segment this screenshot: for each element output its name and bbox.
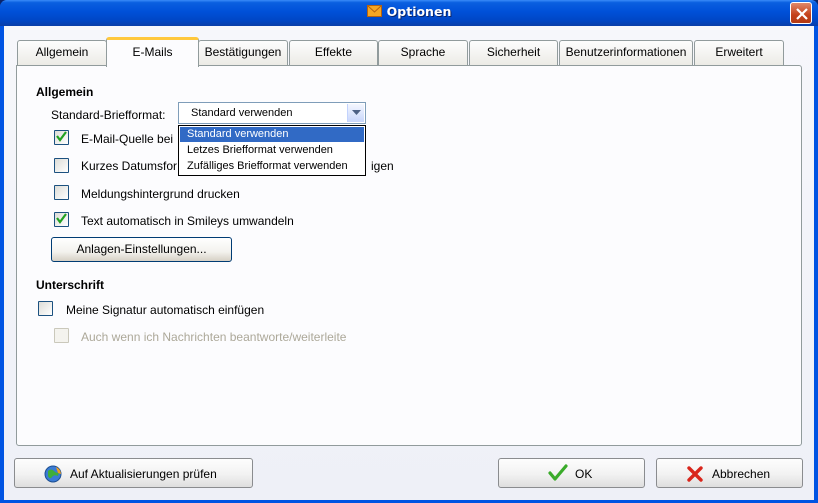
signature-on-reply-label: Auch wenn ich Nachrichten beantworte/wei… [81, 330, 347, 344]
checkmark-icon [548, 464, 568, 485]
checkbox-smileys[interactable] [54, 212, 69, 227]
tab-e-mails[interactable]: E-Mails [106, 37, 199, 67]
check-updates-button[interactable]: Auf Aktualisierungen prüfen [14, 458, 253, 488]
format-select[interactable]: Standard verwenden [178, 102, 366, 124]
envelope-icon [366, 5, 382, 17]
tab-sicherheit[interactable]: Sicherheit [469, 40, 558, 65]
close-icon [796, 8, 808, 20]
format-option-standard[interactable]: Standard verwenden [180, 127, 364, 142]
checkbox-email-source[interactable] [54, 130, 69, 145]
checkbox-print-background[interactable] [54, 185, 69, 200]
tab-allgemein[interactable]: Allgemein [17, 40, 107, 65]
attachments-settings-button[interactable]: Anlagen-Einstellungen... [51, 237, 232, 262]
checkbox-signature-on-reply [54, 328, 69, 343]
window-title-wrap: Optionen [0, 4, 818, 19]
chevron-down-icon [352, 110, 361, 115]
section-heading-general: Allgemein [36, 85, 94, 99]
short-date-label-tail: igen [371, 159, 394, 173]
options-window: Optionen Allgemein E-Mails Bestätigungen… [0, 0, 818, 503]
checkmark-icon [56, 131, 67, 142]
auto-signature-label: Meine Signatur automatisch einfügen [66, 303, 265, 317]
smileys-label: Text automatisch in Smileys umwandeln [81, 214, 294, 228]
checkbox-auto-signature[interactable] [38, 301, 53, 316]
checkbox-short-date[interactable] [54, 158, 69, 173]
dialog-body: Allgemein E-Mails Bestätigungen Effekte … [4, 26, 814, 500]
x-icon [687, 466, 703, 485]
ok-button[interactable]: OK [498, 458, 645, 488]
tab-effekte[interactable]: Effekte [289, 40, 378, 65]
format-option-random[interactable]: Zufälliges Briefformat verwenden [180, 159, 364, 174]
short-date-label: Kurzes Datumsfor [81, 159, 178, 173]
email-source-label: E-Mail-Quelle bei [81, 132, 174, 146]
window-title: Optionen [386, 4, 452, 19]
section-heading-signature: Unterschrift [36, 278, 105, 292]
checkmark-icon [56, 213, 67, 224]
tab-bestaetigungen[interactable]: Bestätigungen [198, 40, 288, 65]
format-label: Standard-Briefformat: [51, 108, 166, 122]
cancel-label: Abbrechen [712, 467, 771, 481]
print-background-label: Meldungshintergrund drucken [81, 187, 240, 201]
globe-icon [44, 465, 62, 486]
format-option-last[interactable]: Letzes Briefformat verwenden [180, 143, 364, 158]
format-select-arrow[interactable] [347, 104, 364, 122]
ok-label: OK [575, 467, 593, 481]
tab-benutzerinformationen[interactable]: Benutzerinformationen [559, 40, 693, 65]
cancel-button[interactable]: Abbrechen [656, 458, 803, 488]
tab-erweitert[interactable]: Erweitert [694, 40, 784, 65]
check-updates-label: Auf Aktualisierungen prüfen [70, 467, 217, 481]
tab-sprache[interactable]: Sprache [378, 40, 468, 65]
title-bar[interactable]: Optionen [0, 0, 818, 26]
format-select-value: Standard verwenden [191, 107, 293, 119]
format-dropdown-list: Standard verwenden Letzes Briefformat ve… [178, 125, 366, 176]
tab-panel-e-mails: Allgemein Standard-Briefformat: Standard… [16, 65, 802, 446]
close-button[interactable] [790, 2, 812, 24]
